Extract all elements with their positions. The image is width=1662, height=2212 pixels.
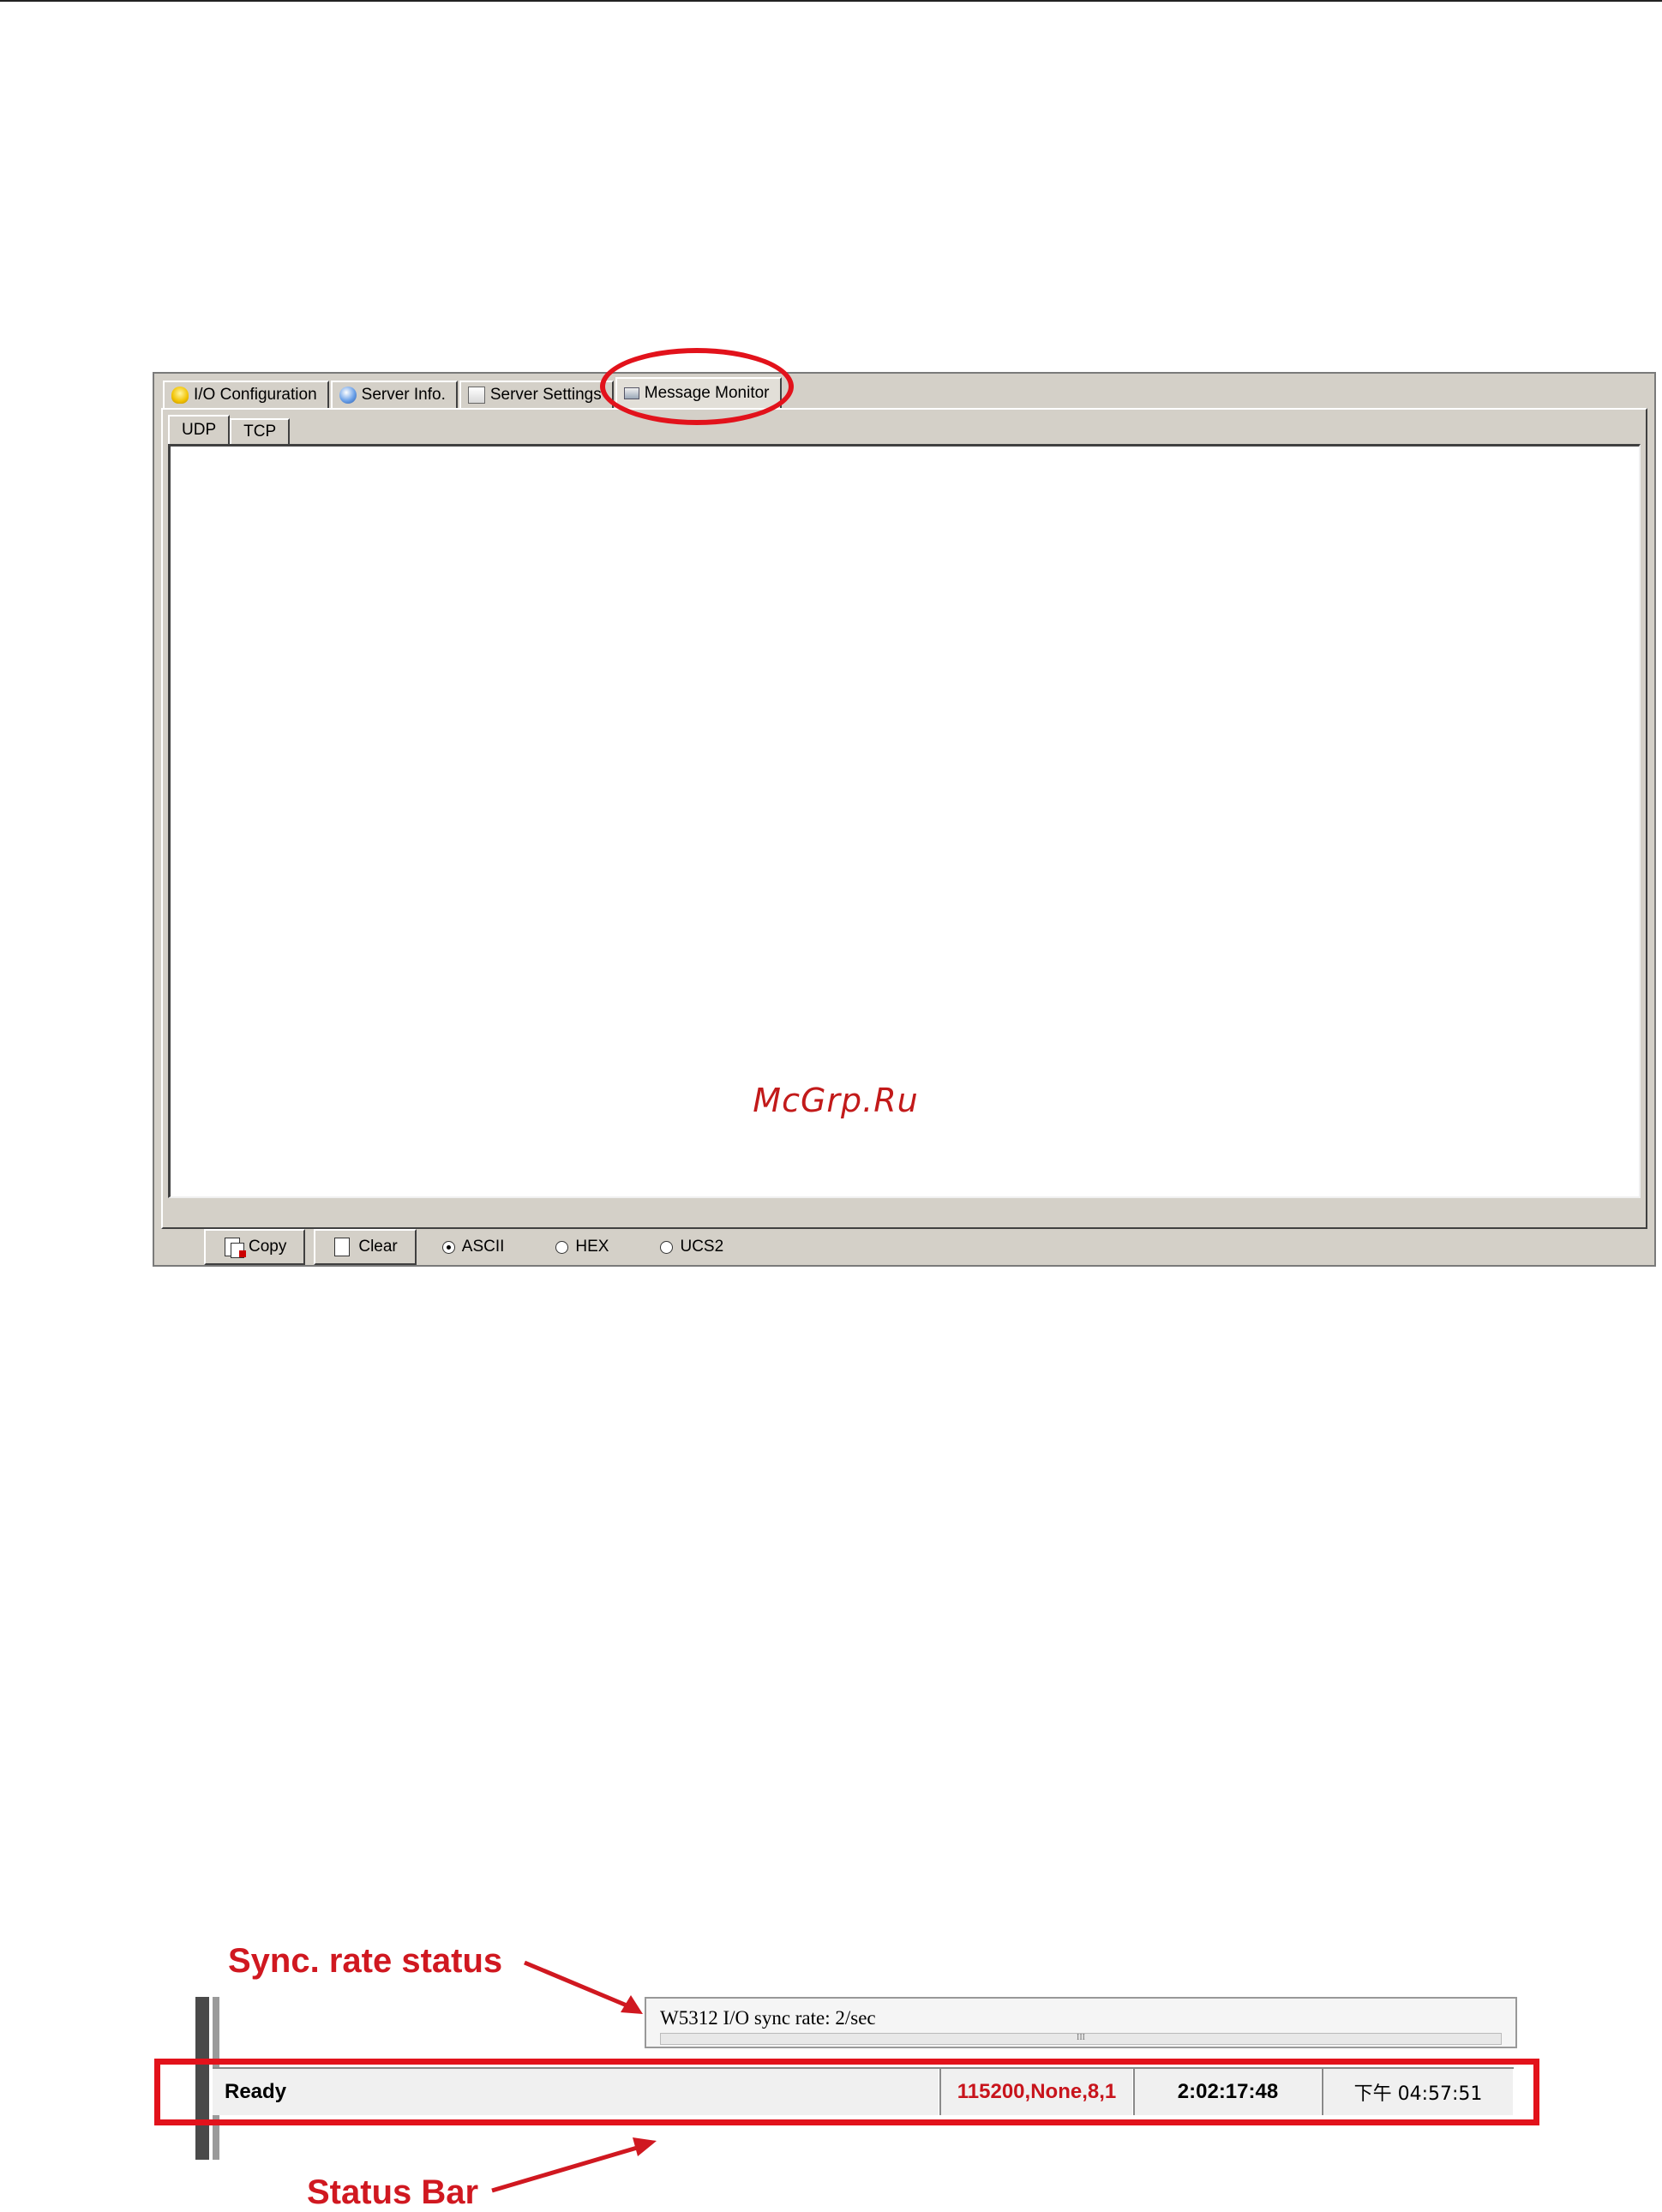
radio-button[interactable] (660, 1240, 674, 1254)
horizontal-scrollbar[interactable]: III (660, 2033, 1502, 2045)
radio-button[interactable] (555, 1240, 569, 1254)
sync-rate-text: W5312 I/O sync rate: 2/sec (660, 2007, 876, 2029)
lightbulb-icon (171, 387, 189, 404)
sub-tab-strip: UDP TCP (168, 415, 291, 444)
status-bar-illustration: Sync. rate status W5312 I/O sync rate: 2… (0, 1928, 1662, 2211)
copy-button[interactable]: Copy (204, 1229, 306, 1265)
highlight-ellipse-annotation (600, 348, 794, 425)
sync-rate-arrow-icon (524, 1960, 643, 2014)
monitor-toolbar: Copy Clear ASCII HEX UCS2 (161, 1229, 1647, 1265)
scroll-grip-icon[interactable]: III (1072, 2034, 1089, 2042)
tab-label: Server Info. (361, 386, 446, 404)
message-monitor-window: I/O Configuration Server Info. Server Se… (153, 372, 1656, 1267)
status-bar-arrow-icon (491, 2137, 657, 2193)
tab-label: I/O Configuration (194, 386, 317, 404)
settings-icon (467, 387, 485, 404)
tab-tcp[interactable]: TCP (230, 418, 291, 444)
status-bar-callout-label: Status Bar (307, 2173, 479, 2211)
watermark-text: McGrp.Ru (753, 1082, 919, 1119)
sync-rate-panel: W5312 I/O sync rate: 2/sec III (645, 1997, 1517, 2048)
radio-hex[interactable]: HEX (555, 1238, 609, 1256)
sync-rate-callout-label: Sync. rate status (228, 1942, 503, 1980)
tab-server-settings[interactable]: Server Settings (459, 381, 614, 408)
copy-button-label: Copy (249, 1238, 287, 1256)
radio-ucs2[interactable]: UCS2 (660, 1238, 723, 1256)
info-icon (339, 387, 357, 404)
document-icon (334, 1238, 351, 1256)
tab-label: Server Settings (489, 386, 602, 404)
tab-server-info[interactable]: Server Info. (330, 381, 458, 408)
radio-label: HEX (575, 1238, 609, 1256)
encoding-radio-group: ASCII HEX UCS2 (441, 1238, 775, 1256)
tab-io-configuration[interactable]: I/O Configuration (163, 381, 329, 408)
clear-button-label: Clear (358, 1238, 398, 1256)
clear-button[interactable]: Clear (314, 1229, 417, 1265)
radio-ascii[interactable]: ASCII (441, 1238, 505, 1256)
radio-label: ASCII (461, 1238, 505, 1256)
radio-label: UCS2 (680, 1238, 724, 1256)
status-bar-highlight-annotation (154, 2059, 1539, 2125)
copy-icon (225, 1238, 246, 1258)
tab-udp[interactable]: UDP (168, 415, 231, 444)
page-top-rule (0, 0, 1662, 2)
radio-button-checked[interactable] (441, 1240, 455, 1254)
